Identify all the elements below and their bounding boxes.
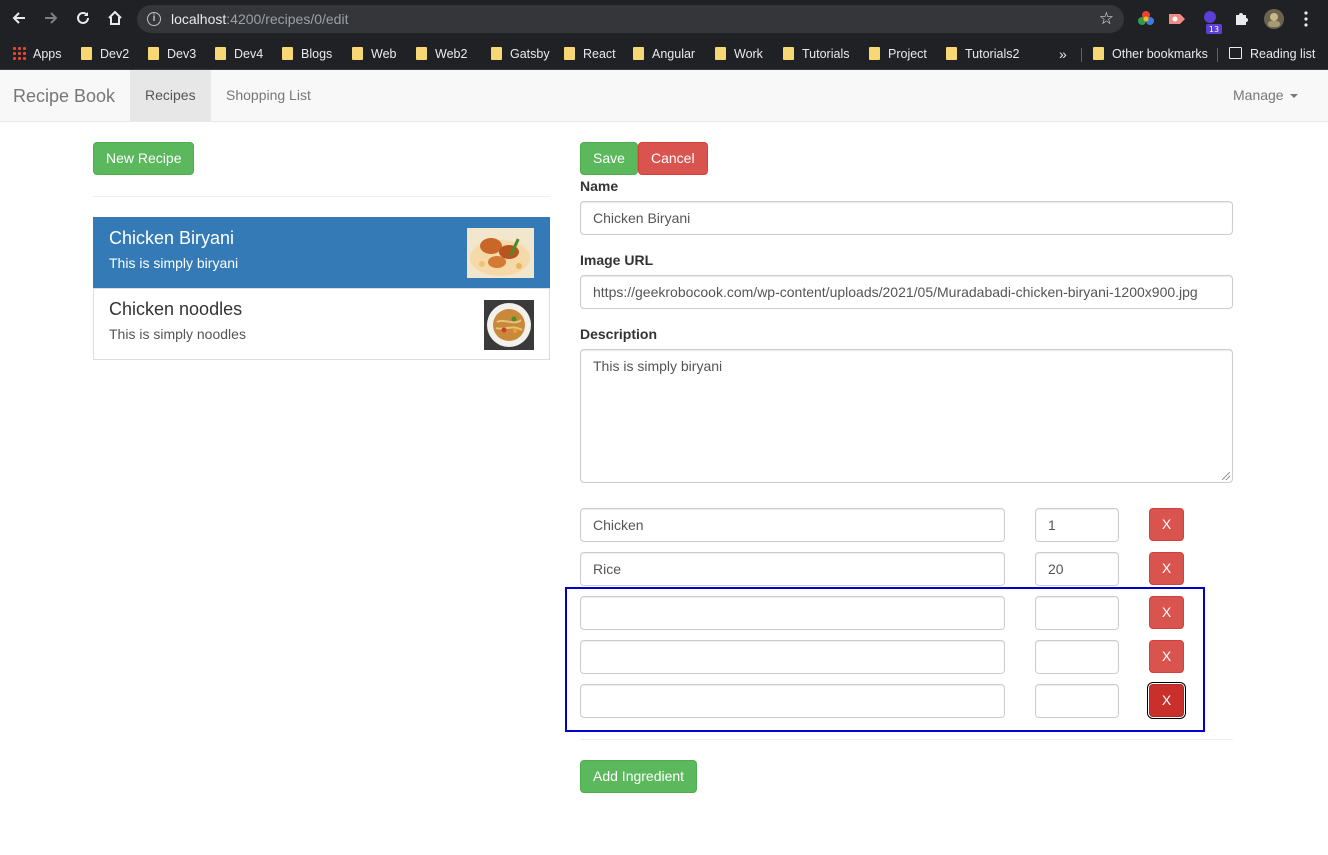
browser-menu-icon[interactable] bbox=[1297, 10, 1315, 28]
reload-icon[interactable] bbox=[71, 7, 95, 31]
recipe-thumbnail bbox=[484, 300, 534, 350]
nav-shopping-list[interactable]: Shopping List bbox=[211, 70, 326, 121]
home-icon[interactable] bbox=[103, 7, 127, 31]
bookmark-folder[interactable]: Work bbox=[715, 44, 763, 64]
bookmark-other[interactable]: Other bookmarks bbox=[1093, 44, 1208, 64]
folder-icon bbox=[282, 47, 293, 60]
new-recipe-button[interactable]: New Recipe bbox=[93, 142, 195, 175]
folder-icon bbox=[715, 47, 726, 60]
url-text: localhost:4200/recipes/0/edit bbox=[171, 11, 349, 27]
folder-icon bbox=[352, 47, 363, 60]
bookmarks-divider bbox=[1081, 48, 1082, 62]
reading-list-button[interactable]: Reading list bbox=[1229, 44, 1315, 64]
folder-icon bbox=[946, 47, 957, 60]
recipe-title: Chicken noodles bbox=[109, 299, 243, 319]
svg-text:13: 13 bbox=[1209, 25, 1219, 34]
bookmark-folder[interactable]: Web bbox=[352, 44, 396, 64]
puzzle-extensions-icon[interactable] bbox=[1233, 10, 1251, 28]
bookmarks-overflow-button[interactable]: » bbox=[1059, 44, 1067, 64]
caret-down-icon bbox=[1289, 94, 1298, 99]
bookmark-folder[interactable]: Dev4 bbox=[215, 44, 263, 64]
bookmark-folder[interactable]: Dev3 bbox=[148, 44, 196, 64]
folder-icon bbox=[148, 47, 159, 60]
bookmark-folder[interactable]: Blogs bbox=[282, 44, 332, 64]
apps-grid-icon bbox=[12, 46, 26, 60]
image-url-input[interactable]: https://geekrobocook.com/wp-content/uplo… bbox=[580, 275, 1233, 309]
bookmark-folder[interactable]: React bbox=[564, 44, 616, 64]
ingredient-amount-input[interactable]: 20 bbox=[1035, 552, 1119, 586]
folder-icon bbox=[633, 47, 644, 60]
manage-dropdown[interactable]: Manage bbox=[1218, 70, 1313, 121]
bookmark-folder[interactable]: Dev2 bbox=[81, 44, 129, 64]
bookmark-apps[interactable]: Apps bbox=[12, 44, 62, 64]
bookmark-star-icon[interactable]: ☆ bbox=[1099, 9, 1114, 29]
recipe-description: This is simply biryani bbox=[109, 255, 239, 271]
image-url-label: Image URL bbox=[580, 252, 654, 268]
highlight-annotation-box bbox=[565, 587, 1205, 732]
recipe-thumbnail bbox=[467, 228, 534, 278]
add-ingredient-button[interactable]: Add Ingredient bbox=[580, 760, 698, 793]
save-button[interactable]: Save bbox=[580, 142, 638, 175]
recipe-item[interactable]: Chicken noodles This is simply noodles bbox=[93, 288, 550, 360]
color-picker-extension-icon[interactable] bbox=[1137, 10, 1155, 28]
bookmark-folder[interactable]: Web2 bbox=[416, 44, 467, 64]
name-label: Name bbox=[580, 178, 619, 194]
folder-icon bbox=[1093, 47, 1104, 60]
bookmarks-divider bbox=[1217, 48, 1218, 62]
browser-toolbar: i localhost:4200/recipes/0/edit ☆ 13 bbox=[0, 0, 1328, 38]
bookmark-folder[interactable]: Tutorials2 bbox=[946, 44, 1019, 64]
remove-ingredient-button[interactable]: X bbox=[1149, 508, 1184, 541]
badge-extension-icon[interactable]: 13 bbox=[1201, 10, 1222, 34]
folder-icon bbox=[491, 47, 502, 60]
address-bar[interactable]: i localhost:4200/recipes/0/edit ☆ bbox=[137, 5, 1124, 33]
description-label: Description bbox=[580, 326, 658, 342]
ingredient-name-input[interactable]: Chicken bbox=[580, 508, 1005, 542]
folder-icon bbox=[783, 47, 794, 60]
ingredient-amount-input[interactable]: 1 bbox=[1035, 508, 1119, 542]
folder-icon bbox=[416, 47, 427, 60]
cancel-button[interactable]: Cancel bbox=[638, 142, 708, 175]
recipe-title: Chicken Biryani bbox=[109, 228, 235, 248]
folder-icon bbox=[564, 47, 575, 60]
nav-recipes[interactable]: Recipes bbox=[130, 70, 211, 121]
folder-icon bbox=[81, 47, 92, 60]
remove-ingredient-button[interactable]: X bbox=[1149, 552, 1184, 585]
folder-icon bbox=[215, 47, 226, 60]
recipe-description: This is simply noodles bbox=[109, 326, 246, 342]
divider bbox=[580, 739, 1233, 740]
bookmark-folder[interactable]: Angular bbox=[633, 44, 695, 64]
name-input[interactable]: Chicken Biryani bbox=[580, 201, 1233, 235]
description-text: This is simply biryani bbox=[593, 358, 723, 374]
forward-arrow-icon[interactable] bbox=[39, 7, 63, 31]
bookmark-folder[interactable]: Tutorials bbox=[783, 44, 849, 64]
brand-link[interactable]: Recipe Book bbox=[13, 86, 115, 107]
app-navbar: Recipe Book Recipes Shopping List Manage bbox=[0, 70, 1328, 122]
video-extension-icon[interactable] bbox=[1168, 10, 1186, 28]
divider bbox=[93, 196, 550, 197]
site-info-icon[interactable]: i bbox=[147, 12, 161, 26]
resize-handle-icon[interactable] bbox=[1222, 472, 1230, 480]
recipe-item[interactable]: Chicken Biryani This is simply biryani bbox=[93, 217, 550, 289]
ingredient-name-input[interactable]: Rice bbox=[580, 552, 1005, 586]
profile-avatar-icon[interactable] bbox=[1263, 8, 1285, 30]
folder-icon bbox=[869, 47, 880, 60]
reading-list-icon bbox=[1229, 47, 1242, 59]
description-textarea[interactable]: This is simply biryani bbox=[580, 349, 1233, 483]
bookmark-folder[interactable]: Project bbox=[869, 44, 927, 64]
back-arrow-icon[interactable] bbox=[7, 7, 31, 31]
bookmarks-bar: Apps Dev2 Dev3 Dev4 Blogs Web Web2 Gatsb… bbox=[0, 38, 1328, 70]
bookmark-folder[interactable]: Gatsby bbox=[491, 44, 550, 64]
